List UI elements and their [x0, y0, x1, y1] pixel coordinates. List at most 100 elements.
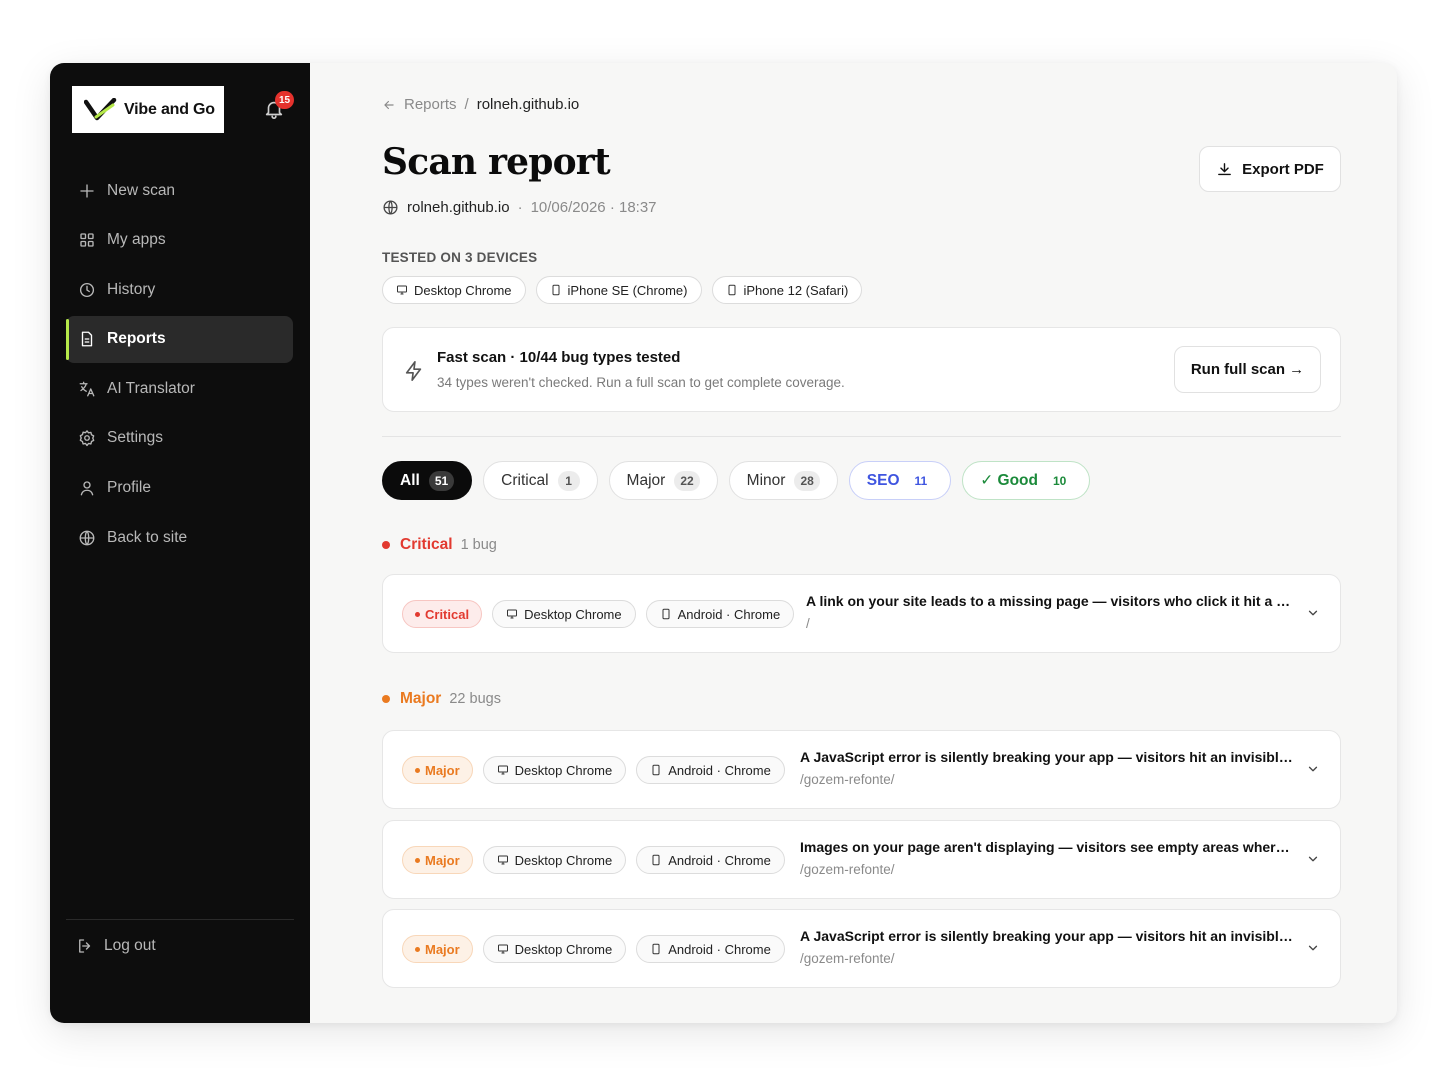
- device-chip: Desktop Chrome: [382, 276, 526, 304]
- filter-critical[interactable]: Critical 1: [483, 461, 598, 500]
- sidebar-item-reports[interactable]: Reports: [66, 315, 293, 363]
- export-pdf-button[interactable]: Export PDF: [1199, 146, 1341, 192]
- bug-item[interactable]: Critical Desktop Chrome Android · Chrome…: [382, 574, 1341, 653]
- critical-group-header: Critical 1 bug: [382, 536, 497, 554]
- logout-label: Log out: [104, 937, 156, 954]
- bug-tags: Major Desktop Chrome Android · Chrome: [402, 846, 785, 874]
- section-divider: [382, 436, 1341, 437]
- export-pdf-label: Export PDF: [1242, 160, 1324, 178]
- bug-title: A JavaScript error is silently breaking …: [800, 749, 1296, 765]
- main-content: Reports / rolneh.github.io Scan report r…: [310, 63, 1397, 1023]
- bug-path: /gozem-refonte/: [800, 772, 895, 787]
- chevron-down-icon[interactable]: [1306, 606, 1320, 620]
- plus-icon: [80, 183, 94, 198]
- monitor-icon: [497, 765, 508, 775]
- filter-seo[interactable]: SEO 11: [848, 461, 952, 500]
- notifications-button[interactable]: 15: [263, 91, 295, 122]
- devices-label: TESTED ON 3 DEVICES: [382, 250, 538, 265]
- severity-filters: All 51 Critical 1 Major 22 Minor 28 SEO …: [382, 461, 1091, 500]
- sidebar: Vibe and Go 15 New scan My apps History: [50, 63, 310, 1023]
- major-group-header: Major 22 bugs: [382, 690, 501, 708]
- report-site: rolneh.github.io: [407, 199, 510, 216]
- filter-count: 28: [794, 470, 820, 491]
- translate-icon: [79, 381, 95, 397]
- app-window: Vibe and Go 15 New scan My apps History: [50, 63, 1397, 1023]
- major-dot: [382, 695, 390, 703]
- report-datetime: 10/06/2026 · 18:37: [530, 199, 657, 216]
- filter-label: Minor: [746, 471, 786, 489]
- run-full-scan-button[interactable]: Run full scan →: [1174, 346, 1321, 393]
- grid-icon: [80, 233, 94, 247]
- notice-subtitle: 34 types weren't checked. Run a full sca…: [437, 375, 845, 390]
- severity-badge: Critical: [402, 600, 483, 628]
- severity-badge: Major: [402, 935, 473, 963]
- filter-good[interactable]: ✓ Good 10: [962, 461, 1091, 500]
- download-icon: [1218, 162, 1232, 175]
- filter-minor[interactable]: Minor 28: [728, 461, 838, 500]
- severity-badge: Major: [402, 846, 473, 874]
- device-chip: Android · Chrome: [636, 756, 785, 784]
- filter-major[interactable]: Major 22: [608, 461, 718, 500]
- bug-item[interactable]: Major Desktop Chrome Android · Chrome A …: [382, 730, 1341, 809]
- chevron-down-icon[interactable]: [1306, 762, 1320, 776]
- bug-path: /gozem-refonte/: [800, 951, 895, 966]
- brand-name: Vibe and Go: [124, 100, 215, 118]
- phone-icon: [728, 284, 735, 296]
- sidebar-item-label: History: [107, 280, 156, 298]
- phone-icon: [652, 854, 660, 866]
- document-icon: [81, 331, 93, 347]
- sidebar-item-history[interactable]: History: [66, 266, 293, 313]
- gear-icon: [79, 430, 95, 447]
- device-chip: Android · Chrome: [636, 935, 785, 963]
- globe-icon: [383, 200, 398, 215]
- filter-count: 1: [557, 470, 580, 491]
- logo-mark-icon: [84, 97, 117, 120]
- bug-title: A link on your site leads to a missing p…: [806, 593, 1296, 609]
- bug-path: /: [806, 616, 810, 631]
- bug-path: /gozem-refonte/: [800, 862, 895, 877]
- breadcrumb-parent-link[interactable]: Reports: [404, 96, 457, 113]
- bug-item[interactable]: Major Desktop Chrome Android · Chrome Im…: [382, 820, 1341, 899]
- sidebar-item-back-to-site[interactable]: Back to site: [66, 514, 293, 561]
- breadcrumb: Reports / rolneh.github.io: [382, 96, 579, 113]
- device-chip: Desktop Chrome: [492, 600, 636, 628]
- bug-title: Images on your page aren't displaying — …: [800, 839, 1296, 855]
- sidebar-item-label: Reports: [107, 330, 166, 348]
- bug-text: A link on your site leads to a missing p…: [806, 593, 1296, 631]
- clock-icon: [79, 282, 95, 297]
- monitor-icon: [507, 609, 518, 619]
- bug-text: A JavaScript error is silently breaking …: [800, 928, 1296, 966]
- notification-count-badge: 15: [275, 91, 295, 109]
- phone-icon: [652, 764, 660, 776]
- group-count: 1 bug: [460, 537, 497, 553]
- sidebar-divider: [66, 919, 294, 920]
- sidebar-item-ai-translator[interactable]: AI Translator: [66, 365, 293, 412]
- device-chip: Desktop Chrome: [482, 846, 627, 874]
- device-chip-label: Desktop Chrome: [414, 282, 512, 298]
- bug-item[interactable]: Major Desktop Chrome Android · Chrome A …: [382, 909, 1341, 988]
- logout-button[interactable]: Log out: [76, 933, 156, 959]
- device-chip-label: Android · Chrome: [668, 941, 771, 957]
- sidebar-item-label: AI Translator: [107, 379, 195, 397]
- fast-scan-notice: Fast scan · 10/44 bug types tested 34 ty…: [382, 327, 1341, 412]
- sidebar-item-my-apps[interactable]: My apps: [66, 217, 293, 264]
- filter-label: Critical: [501, 471, 549, 489]
- sidebar-item-profile[interactable]: Profile: [66, 465, 293, 512]
- device-chip-label: iPhone 12 (Safari): [743, 282, 849, 298]
- bug-text: A JavaScript error is silently breaking …: [800, 749, 1296, 787]
- filter-count: 10: [1052, 473, 1067, 488]
- user-icon: [80, 481, 94, 496]
- bug-text: Images on your page aren't displaying — …: [800, 839, 1296, 877]
- chevron-down-icon[interactable]: [1306, 852, 1320, 866]
- filter-label: Major: [626, 471, 666, 489]
- chevron-down-icon[interactable]: [1306, 941, 1320, 955]
- sidebar-item-new-scan[interactable]: New scan: [66, 167, 293, 214]
- arrow-left-icon[interactable]: [382, 98, 396, 112]
- device-chip-label: Desktop Chrome: [514, 762, 613, 778]
- brand-logo[interactable]: Vibe and Go: [72, 86, 224, 133]
- sidebar-item-settings[interactable]: Settings: [66, 415, 293, 462]
- group-name: Critical: [400, 536, 453, 553]
- group-count: 22 bugs: [449, 691, 501, 707]
- filter-all[interactable]: All 51: [382, 461, 473, 500]
- device-chip-label: Desktop Chrome: [514, 941, 613, 957]
